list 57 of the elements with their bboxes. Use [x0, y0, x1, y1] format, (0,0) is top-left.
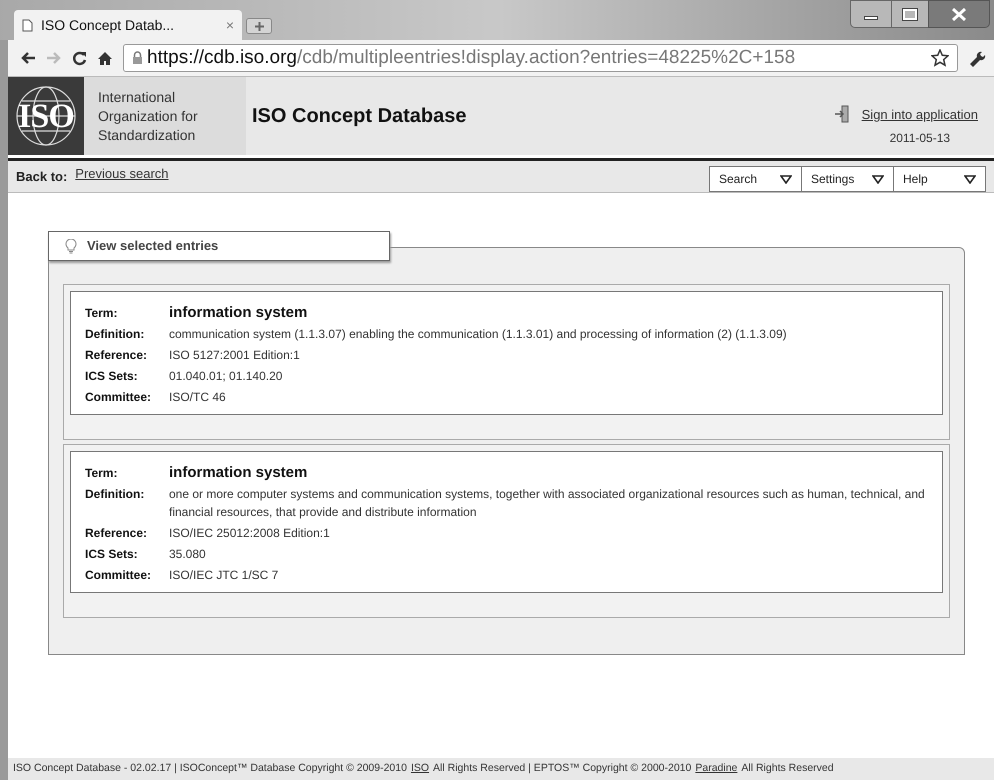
footer-link[interactable]: ISO: [410, 761, 430, 777]
close-button[interactable]: [928, 0, 990, 28]
field-label: Definition:: [85, 486, 146, 503]
minimize-button[interactable]: [850, 0, 892, 28]
field-value: 01.040.01; 01.140.20: [169, 368, 282, 385]
field-label: Reference:: [85, 347, 148, 364]
menu-button[interactable]: Search: [709, 166, 802, 192]
field-value: ISO/IEC JTC 1/SC 7: [169, 567, 278, 584]
footer-text: ISO Concept Database - 02.02.17 | ISOConcept™ Database Copyright © 2009-2010: [13, 761, 407, 776]
dropdown-icon: [872, 174, 884, 184]
sign-in-icon: [834, 105, 850, 123]
field-value: 35.080: [169, 546, 206, 563]
field-value: ISO 5127:2001 Edition:1: [169, 347, 300, 364]
close-icon[interactable]: ×: [226, 14, 234, 36]
field-label: ICS Sets:: [85, 546, 139, 563]
field-value: ISO/TC 46: [169, 389, 226, 406]
field-label: Term:: [85, 305, 118, 322]
address-bar[interactable]: https://cdb.iso.org/cdb/multipleentries!display.action?entries=48225%2C+158: [123, 44, 958, 72]
footer-text: All Rights Reserved | EPTOS™ Copyright © 2000-2010: [433, 761, 692, 776]
field-label: ICS Sets:: [85, 368, 139, 385]
date-text: 2011-05-13: [890, 130, 950, 146]
dropdown-icon: [780, 174, 792, 184]
menu-button[interactable]: Settings: [801, 166, 894, 192]
lock-icon: [132, 51, 143, 65]
tab-title: ISO Concept Datab...: [41, 16, 174, 35]
back-to-label: Back to:: [16, 168, 68, 186]
plus-icon: [254, 22, 264, 30]
page-icon: [22, 18, 33, 32]
close-icon: [951, 8, 967, 20]
lightbulb-icon: [65, 238, 77, 254]
field-label: Committee:: [85, 389, 152, 406]
maximize-button[interactable]: [892, 0, 928, 28]
new-tab-button[interactable]: [246, 18, 272, 34]
back-icon[interactable]: [20, 51, 36, 65]
field-label: Reference:: [85, 525, 148, 542]
dropdown-icon: [964, 174, 976, 184]
term-value: information system: [169, 464, 308, 482]
browser-tab[interactable]: ISO Concept Datab... ×: [14, 10, 242, 40]
star-icon[interactable]: [931, 49, 949, 67]
field-label: Committee:: [85, 567, 152, 584]
url-text: https://cdb.iso.org/cdb/multipleentries!display.action?entries=48225%2C+158: [147, 46, 796, 70]
field-value: ISO/IEC 25012:2008 Edition:1: [169, 525, 330, 542]
site-title: ISO Concept Database: [251, 104, 467, 129]
field-value: communication system (1.1.3.07) enabling the communication (1.1.3.01) and processing of information (2) (1.1.3.09): [169, 326, 787, 343]
footer-link[interactable]: Paradine: [695, 761, 738, 777]
org-name: International Organization for Standardization: [84, 77, 246, 155]
wrench-icon[interactable]: [968, 49, 986, 67]
field-label: Term:: [85, 465, 118, 482]
field-label: Definition:: [85, 326, 146, 343]
previous-search-link[interactable]: Previous search: [75, 164, 169, 184]
field-value: one or more computer systems and communication systems, together with associated organizational resources such as human, technical, and financial resources, that provide and distribute information: [169, 486, 926, 521]
sign-in-link[interactable]: Sign into application: [862, 105, 978, 124]
home-icon[interactable]: [97, 50, 113, 66]
menu-button[interactable]: Help: [893, 166, 986, 192]
term-value: information system: [169, 304, 308, 322]
reload-icon[interactable]: [72, 50, 87, 66]
footer-text: All Rights Reserved: [741, 761, 834, 776]
